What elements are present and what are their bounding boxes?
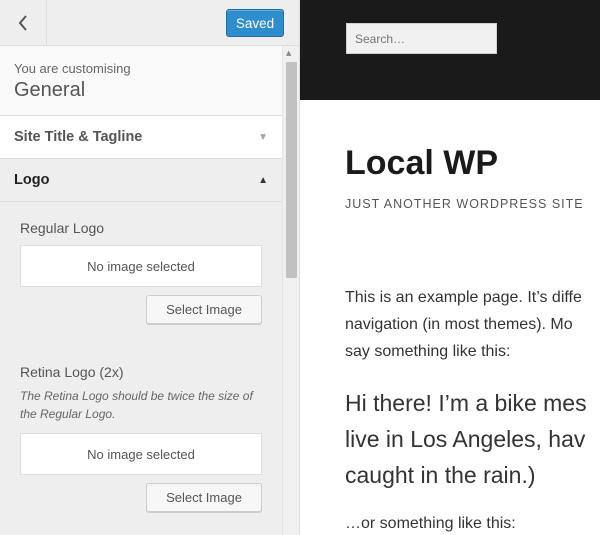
retina-logo-description: The Retina Logo should be twice the size… xyxy=(20,389,253,421)
panel-scrollbar[interactable]: ▲ xyxy=(282,46,299,535)
scrollbar-thumb[interactable] xyxy=(286,62,297,278)
quote-line: caught in the rain.) xyxy=(345,462,536,488)
retina-logo-select-button[interactable]: Select Image xyxy=(146,483,262,512)
customising-heading: You are customising General xyxy=(0,46,282,116)
customising-label: You are customising xyxy=(14,61,131,76)
page-paragraph-2: …or something like this: xyxy=(345,515,516,532)
logo-section-body: Regular Logo No image selected Select Im… xyxy=(0,202,282,512)
caret-down-icon: ▼ xyxy=(258,131,268,143)
quote-line: Hi there! I’m a bike mes xyxy=(345,390,587,416)
back-button[interactable] xyxy=(0,0,47,45)
site-title[interactable]: Local WP xyxy=(345,144,498,183)
section-site-title-tagline[interactable]: Site Title & Tagline ▼ xyxy=(0,116,282,159)
chevron-left-icon xyxy=(18,14,27,31)
caret-up-icon: ▲ xyxy=(258,174,268,186)
retina-logo-title: Retina Logo (2x) xyxy=(20,364,124,380)
saved-button[interactable]: Saved xyxy=(226,9,284,37)
customising-title: General xyxy=(14,79,86,101)
site-tagline: JUST ANOTHER WORDPRESS SITE xyxy=(345,197,584,211)
section-label: Logo xyxy=(14,172,50,188)
search-input[interactable] xyxy=(346,23,497,54)
paragraph-line: This is an example page. It’s diffe xyxy=(345,289,582,306)
customizer-panel: Saved You are customising General Site T… xyxy=(0,0,300,535)
section-logo[interactable]: Logo ▲ xyxy=(0,159,282,202)
preview-header xyxy=(300,0,600,100)
panel-content: You are customising General Site Title &… xyxy=(0,46,282,535)
quote-line: live in Los Angeles, hav xyxy=(345,426,586,452)
regular-logo-select-button[interactable]: Select Image xyxy=(146,295,262,324)
scroll-up-arrow-icon[interactable]: ▲ xyxy=(286,49,291,57)
customizer-header: Saved xyxy=(0,0,299,46)
section-label: Site Title & Tagline xyxy=(14,129,143,145)
paragraph-line: navigation (in most themes). Mo xyxy=(345,316,573,333)
regular-logo-placeholder: No image selected xyxy=(20,245,262,287)
paragraph-line: say something like this: xyxy=(345,343,511,360)
retina-logo-placeholder: No image selected xyxy=(20,433,262,475)
page-quote: Hi there! I’m a bike mes live in Los Ang… xyxy=(345,385,587,493)
page-paragraph: This is an example page. It’s diffe navi… xyxy=(345,284,600,365)
site-preview: Local WP JUST ANOTHER WORDPRESS SITE Thi… xyxy=(300,0,600,535)
regular-logo-title: Regular Logo xyxy=(20,220,105,236)
